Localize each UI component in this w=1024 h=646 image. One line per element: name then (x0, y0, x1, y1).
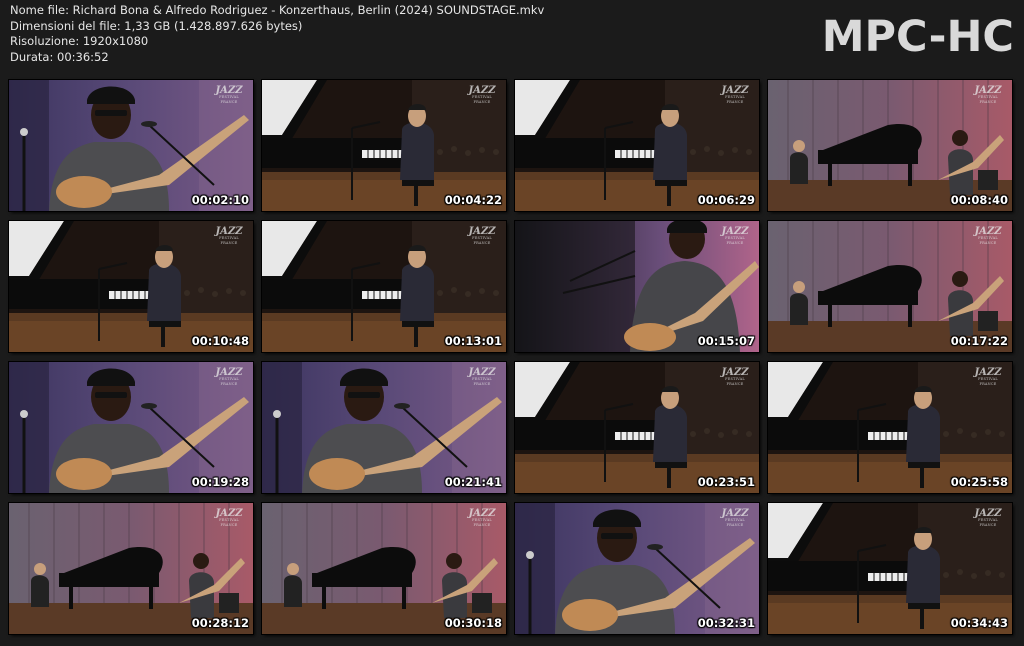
video-thumbnail: JAZZ FESTIVAL FRANCE 00:13:01 (261, 220, 507, 353)
jazz-festival-logo: JAZZ FESTIVAL FRANCE (974, 86, 1002, 105)
jazz-logo-sub: FESTIVAL FRANCE (219, 377, 239, 386)
jazz-festival-logo: JAZZ FESTIVAL FRANCE (721, 227, 749, 246)
thumbnail-timestamp: 00:25:58 (950, 475, 1008, 489)
jazz-logo-sub: FESTIVAL FRANCE (219, 95, 239, 104)
video-thumbnail: JAZZ FESTIVAL FRANCE 00:25:58 (767, 361, 1013, 494)
thumbnail-timestamp: 00:02:10 (191, 193, 249, 207)
thumbnail-timestamp: 00:13:01 (444, 334, 502, 348)
jazz-festival-logo: JAZZ FESTIVAL FRANCE (974, 509, 1002, 528)
jazz-festival-logo: JAZZ FESTIVAL FRANCE (468, 86, 496, 105)
thumbnail-timestamp: 00:08:40 (950, 193, 1008, 207)
jazz-logo-sub: FESTIVAL FRANCE (725, 236, 745, 245)
thumbnail-timestamp: 00:28:12 (191, 616, 249, 630)
jazz-festival-logo: JAZZ FESTIVAL FRANCE (215, 86, 243, 105)
jazz-festival-logo: JAZZ FESTIVAL FRANCE (215, 368, 243, 387)
thumbnail-timestamp: 00:19:28 (191, 475, 249, 489)
video-thumbnail: JAZZ FESTIVAL FRANCE 00:15:07 (514, 220, 760, 353)
jazz-logo-sub: FESTIVAL FRANCE (725, 377, 745, 386)
duration-line: Durata: 00:36:52 (10, 49, 109, 64)
jazz-logo-sub: FESTIVAL FRANCE (472, 518, 492, 527)
thumbnail-timestamp: 00:04:22 (444, 193, 502, 207)
jazz-logo-sub: FESTIVAL FRANCE (472, 377, 492, 386)
jazz-logo-sub: FESTIVAL FRANCE (219, 236, 239, 245)
video-thumbnail: JAZZ FESTIVAL FRANCE 00:17:22 (767, 220, 1013, 353)
resolution-line: Risoluzione: 1920x1080 (10, 34, 149, 49)
thumbnail-timestamp: 00:32:31 (697, 616, 755, 630)
thumbnail-timestamp: 00:06:29 (697, 193, 755, 207)
video-thumbnail: JAZZ FESTIVAL FRANCE 00:04:22 (261, 79, 507, 212)
jazz-festival-logo: JAZZ FESTIVAL FRANCE (721, 509, 749, 528)
video-thumbnail: JAZZ FESTIVAL FRANCE 00:02:10 (8, 79, 254, 212)
jazz-logo-sub: FESTIVAL FRANCE (978, 95, 998, 104)
jazz-logo-sub: FESTIVAL FRANCE (725, 95, 745, 104)
jazz-festival-logo: JAZZ FESTIVAL FRANCE (468, 509, 496, 528)
thumbnail-timestamp: 00:10:48 (191, 334, 249, 348)
thumbnail-timestamp: 00:34:43 (950, 616, 1008, 630)
jazz-festival-logo: JAZZ FESTIVAL FRANCE (721, 86, 749, 105)
mpc-hc-logo: MPC-HC (821, 12, 1014, 62)
jazz-festival-logo: JAZZ FESTIVAL FRANCE (215, 227, 243, 246)
jazz-festival-logo: JAZZ FESTIVAL FRANCE (974, 227, 1002, 246)
file-name-line: Nome file: Richard Bona & Alfredo Rodrig… (10, 3, 545, 17)
jazz-logo-sub: FESTIVAL FRANCE (978, 518, 998, 527)
video-thumbnail: JAZZ FESTIVAL FRANCE 00:30:18 (261, 502, 507, 635)
video-thumbnail: JAZZ FESTIVAL FRANCE 00:10:48 (8, 220, 254, 353)
video-thumbnail: JAZZ FESTIVAL FRANCE 00:28:12 (8, 502, 254, 635)
thumbnail-timestamp: 00:30:18 (444, 616, 502, 630)
thumbnail-timestamp: 00:21:41 (444, 475, 502, 489)
jazz-festival-logo: JAZZ FESTIVAL FRANCE (468, 227, 496, 246)
file-size-line: Dimensioni del file: 1,33 GB (1.428.897.… (10, 18, 303, 33)
thumbnail-timestamp: 00:23:51 (697, 475, 755, 489)
jazz-festival-logo: JAZZ FESTIVAL FRANCE (215, 509, 243, 528)
thumbnail-timestamp: 00:17:22 (950, 334, 1008, 348)
video-thumbnail: JAZZ FESTIVAL FRANCE 00:19:28 (8, 361, 254, 494)
video-thumbnail: JAZZ FESTIVAL FRANCE 00:21:41 (261, 361, 507, 494)
jazz-logo-sub: FESTIVAL FRANCE (472, 236, 492, 245)
thumbnail-timestamp: 00:15:07 (697, 334, 755, 348)
jazz-logo-sub: FESTIVAL FRANCE (725, 518, 745, 527)
video-thumbnail: JAZZ FESTIVAL FRANCE 00:32:31 (514, 502, 760, 635)
video-thumbnail: JAZZ FESTIVAL FRANCE 00:06:29 (514, 79, 760, 212)
video-thumbnail: JAZZ FESTIVAL FRANCE 00:08:40 (767, 79, 1013, 212)
thumbnail-grid: JAZZ FESTIVAL FRANCE 00:02:10 JAZZ FESTIVAL… (8, 79, 1013, 636)
jazz-logo-sub: FESTIVAL FRANCE (978, 236, 998, 245)
jazz-logo-sub: FESTIVAL FRANCE (472, 95, 492, 104)
jazz-logo-sub: FESTIVAL FRANCE (978, 377, 998, 386)
jazz-festival-logo: JAZZ FESTIVAL FRANCE (468, 368, 496, 387)
file-info: Nome file: Richard Bona & Alfredo Rodrig… (10, 3, 544, 65)
video-thumbnail: JAZZ FESTIVAL FRANCE 00:23:51 (514, 361, 760, 494)
jazz-logo-sub: FESTIVAL FRANCE (219, 518, 239, 527)
video-thumbnail: JAZZ FESTIVAL FRANCE 00:34:43 (767, 502, 1013, 635)
jazz-festival-logo: JAZZ FESTIVAL FRANCE (974, 368, 1002, 387)
jazz-festival-logo: JAZZ FESTIVAL FRANCE (721, 368, 749, 387)
